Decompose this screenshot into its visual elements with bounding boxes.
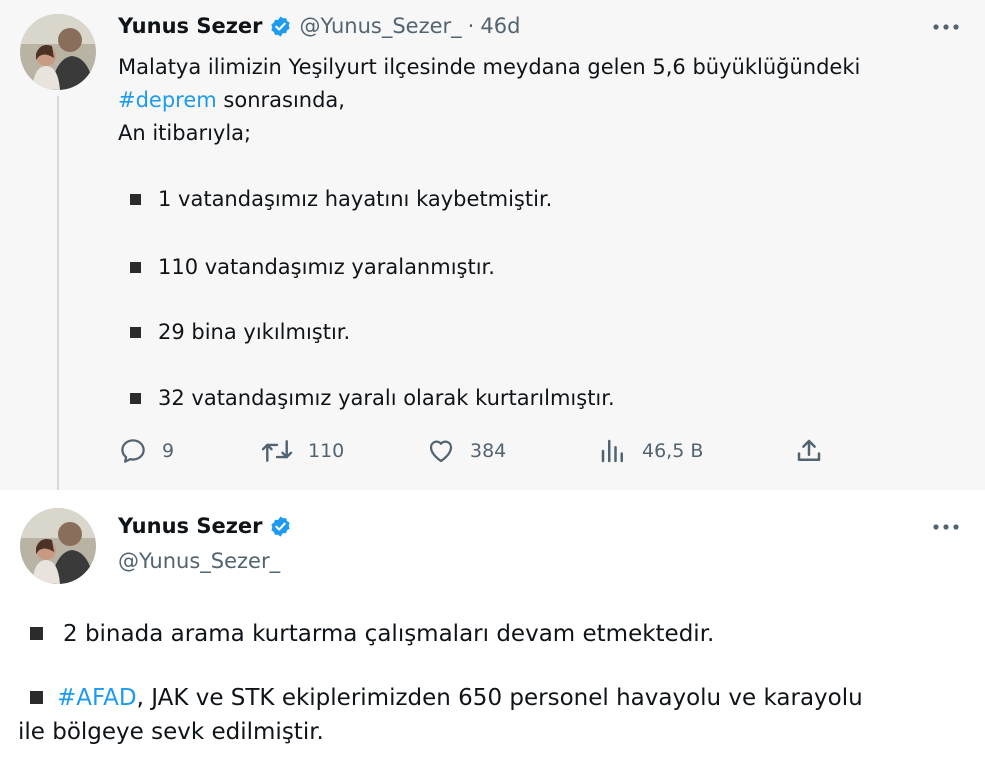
tweet2-text-line2: #AFAD, JAK ve STK ekiplerimizden 650 per… bbox=[30, 681, 863, 715]
reply-button[interactable]: 9 bbox=[118, 436, 174, 466]
tweet1-text-line1: Malatya ilimizin Yeşilyurt ilçesinde mey… bbox=[118, 55, 861, 79]
share-icon bbox=[797, 439, 821, 461]
bullet-square-icon bbox=[130, 193, 141, 205]
tweet-time[interactable]: 46d bbox=[480, 14, 520, 38]
bullet-square-icon bbox=[30, 627, 43, 640]
bullet-text: 32 vatandaşımız yaralı olarak kurtarılmı… bbox=[158, 386, 615, 410]
list-item: 29 bina yıkılmıştır. bbox=[130, 317, 350, 347]
separator-dot: · bbox=[467, 14, 475, 38]
verified-badge-icon[interactable] bbox=[269, 15, 292, 38]
bullet-square-icon bbox=[130, 392, 141, 404]
heart-icon bbox=[429, 440, 453, 463]
user-handle[interactable]: @Yunus_Sezer_ bbox=[300, 14, 462, 38]
retweet-count: 110 bbox=[308, 440, 345, 462]
avatar[interactable] bbox=[20, 14, 96, 90]
list-item: 110 vatandaşımız yaralanmıştır. bbox=[130, 252, 495, 282]
bullet-square-icon bbox=[30, 691, 43, 704]
like-button[interactable]: 384 bbox=[426, 436, 506, 466]
tweet-actions-bar: 9 110 384 46,5 B bbox=[118, 436, 838, 470]
bullet-text: 29 bina yıkılmıştır. bbox=[158, 320, 351, 344]
avatar[interactable] bbox=[20, 508, 96, 584]
reply-icon bbox=[121, 439, 145, 463]
tweet1-text-line3: An itibarıyla; bbox=[118, 121, 252, 145]
tweet2-text-line1: 2 binada arama kurtarma çalışmaları deva… bbox=[30, 617, 714, 651]
share-button[interactable] bbox=[794, 436, 838, 466]
bullet-square-icon bbox=[130, 261, 141, 273]
views-chart-icon bbox=[601, 439, 623, 463]
views-count: 46,5 B bbox=[642, 440, 704, 462]
views-button[interactable]: 46,5 B bbox=[598, 436, 703, 466]
tweet2-line2-rest: , JAK ve STK ekiplerimizden 650 personel… bbox=[136, 685, 863, 711]
tweet2-line1-text: 2 binada arama kurtarma çalışmaları deva… bbox=[63, 621, 715, 647]
tweet1-text-line2-rest: sonrasında, bbox=[216, 88, 345, 112]
user-handle[interactable]: @Yunus_Sezer_ bbox=[118, 549, 280, 573]
list-item: 1 vatandaşımız hayatını kaybetmiştir. bbox=[130, 184, 552, 214]
display-name[interactable]: Yunus Sezer bbox=[118, 14, 263, 38]
tweet2-text-line3: ile bölgeye sevk edilmiştir. bbox=[18, 719, 324, 745]
like-count: 384 bbox=[470, 440, 507, 462]
verified-badge-icon[interactable] bbox=[269, 515, 292, 538]
list-item: 32 vatandaşımız yaralı olarak kurtarılmı… bbox=[130, 383, 615, 413]
more-horizontal-icon[interactable] bbox=[932, 22, 960, 32]
reply-count: 9 bbox=[162, 440, 175, 462]
tweet1-text-line2: #deprem sonrasında, bbox=[118, 85, 345, 115]
tweet1-header: Yunus Sezer @Yunus_Sezer_ · 46d bbox=[118, 14, 520, 38]
bullet-square-icon bbox=[130, 326, 141, 338]
retweet-icon bbox=[261, 440, 293, 462]
bullet-text: 1 vatandaşımız hayatını kaybetmiştir. bbox=[158, 187, 553, 211]
retweet-button[interactable]: 110 bbox=[260, 436, 344, 466]
display-name[interactable]: Yunus Sezer bbox=[118, 514, 263, 538]
more-horizontal-icon[interactable] bbox=[932, 522, 960, 532]
bullet-text: 110 vatandaşımız yaralanmıştır. bbox=[158, 255, 495, 279]
thread-connector-line bbox=[57, 96, 59, 506]
tweet2-header: Yunus Sezer bbox=[118, 514, 300, 538]
hashtag-afad[interactable]: #AFAD bbox=[57, 685, 137, 711]
hashtag-deprem[interactable]: #deprem bbox=[118, 88, 217, 112]
